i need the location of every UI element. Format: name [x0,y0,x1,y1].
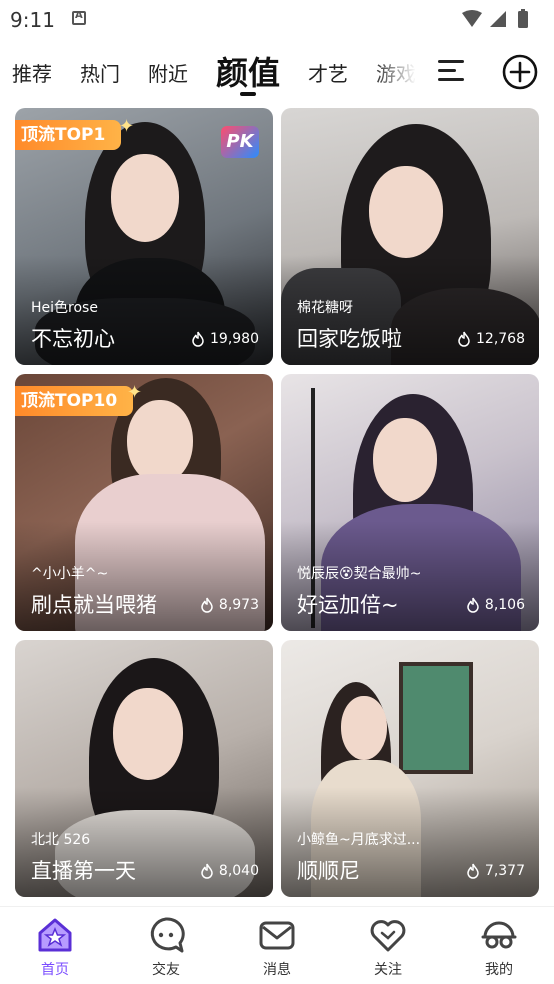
heat-value: 8,040 [218,863,259,879]
wall-painting [399,662,473,774]
heat-value: 8,973 [218,597,259,613]
heat-value: 12,768 [476,331,525,347]
streamer-name: 北北 526 [31,832,91,848]
heat-count: 8,040 [199,863,259,879]
nav-follow[interactable]: 关注 [348,915,428,981]
nav-home[interactable]: 首页 [15,915,95,981]
tab-recommend[interactable]: 推荐 [12,58,52,87]
nav-home-label: 首页 [41,962,69,978]
tab-looks[interactable]: 颜值 [216,48,280,94]
sparkle-icon: ✦ [119,116,135,137]
flame-icon [467,597,479,613]
flame-icon [458,331,470,347]
home-icon [38,918,72,952]
heat-count: 12,768 [456,331,525,347]
streamer-name: 小鲸鱼~月底求过... [297,832,421,848]
heat-value: 7,377 [484,863,525,879]
nav-messages[interactable]: 消息 [237,915,317,981]
streamer-name: ^小小羊^~ [31,566,109,582]
nav-messages-label: 消息 [263,962,291,978]
heat-value: 19,980 [210,331,259,347]
nav-follow-label: 关注 [374,962,402,978]
streamer-name: 棉花糖呀 [297,300,353,316]
tab-talent[interactable]: 才艺 [308,58,348,87]
profile-glasses-icon [481,921,517,949]
flame-icon [201,863,213,879]
status-bar: 9:11 [0,0,554,38]
heart-icon [370,920,406,952]
heat-count: 7,377 [465,863,525,879]
flame-icon [192,331,204,347]
add-icon[interactable] [502,54,538,90]
stream-title: 回家吃饭啦 [297,327,402,351]
status-time: 9:11 [10,8,55,32]
mail-icon [259,921,295,950]
stream-card[interactable]: 顶流TOP10 ✦ ^小小羊^~ 刷点就当喂猪 8,973 [15,374,273,631]
stream-card[interactable]: 北北 526 直播第一天 8,040 [15,640,273,897]
nav-social-label: 交友 [152,962,180,978]
tab-nearby[interactable]: 附近 [148,58,188,87]
streamer-name: 悦辰辰😵契合最帅~ [297,566,422,582]
heat-count: 8,106 [465,597,525,613]
chat-bubble-icon [150,917,185,953]
pk-badge: PK [221,126,259,158]
rank-badge: 顶流TOP1 [15,120,122,150]
flame-icon [201,597,213,613]
category-tabs: 推荐 热门 附近 颜值 才艺 游戏 [0,46,554,98]
stream-title: 直播第一天 [31,859,136,883]
stream-title: 刷点就当喂猪 [31,593,157,617]
nav-profile[interactable]: 我的 [459,915,539,981]
rank-badge: 顶流TOP10 [15,386,134,416]
nav-social[interactable]: 交友 [126,915,206,981]
menu-icon[interactable] [438,58,466,84]
stream-card[interactable]: 悦辰辰😵契合最帅~ 好运加倍~ 8,106 [281,374,539,631]
stream-title: 好运加倍~ [297,593,399,617]
heat-count: 19,980 [190,331,259,347]
flame-icon [467,863,479,879]
stream-title: 顺顺尼 [297,859,360,883]
stream-card[interactable]: 顶流TOP1 ✦ PK Hei色rose 不忘初心 19,980 [15,108,273,365]
notification-icon [72,10,86,25]
stream-card[interactable]: 棉花糖呀 回家吃饭啦 12,768 [281,108,539,365]
nav-profile-label: 我的 [485,962,513,978]
tab-fade [372,46,424,98]
bottom-nav: 首页 交友 消息 关注 我的 [0,906,554,984]
heat-value: 8,106 [484,597,525,613]
heat-count: 8,973 [199,597,259,613]
status-icons [462,9,528,28]
sparkle-icon: ✦ [127,382,143,403]
stream-title: 不忘初心 [31,327,115,351]
tab-hot[interactable]: 热门 [80,58,120,87]
streamer-name: Hei色rose [31,300,98,316]
stream-card[interactable]: 小鲸鱼~月底求过... 顺顺尼 7,377 [281,640,539,897]
active-tab-indicator [240,92,256,96]
